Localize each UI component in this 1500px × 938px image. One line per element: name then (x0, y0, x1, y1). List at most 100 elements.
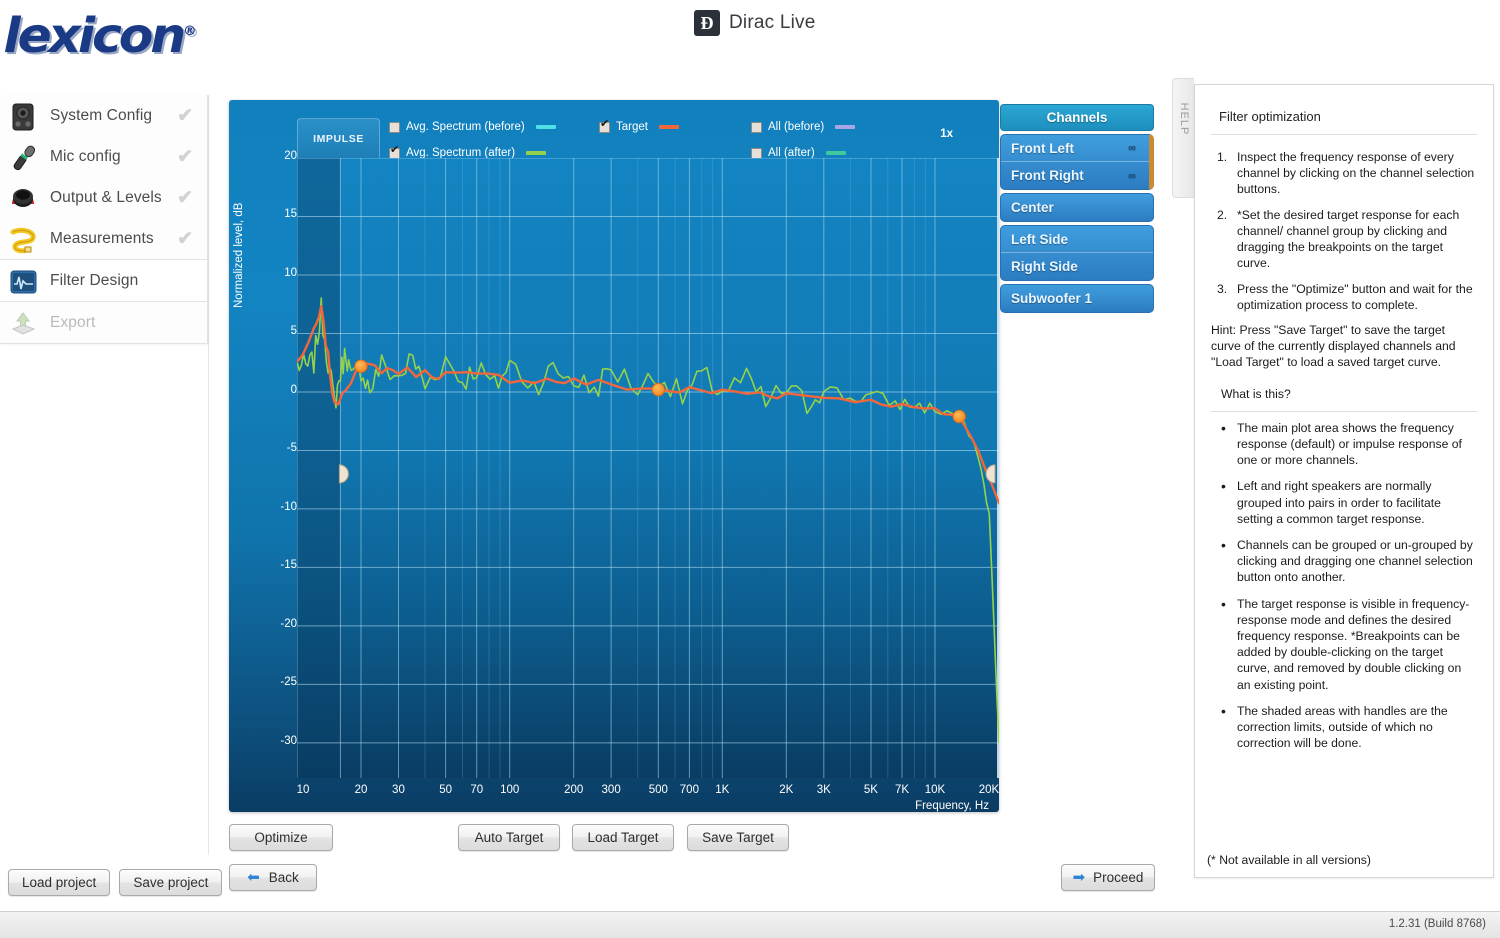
channel-button-front-left[interactable]: Front Left ∞ (1001, 135, 1149, 162)
dirac-live-window: lexicon® Ð Dirac Live System Config (0, 0, 1500, 938)
legend-item-avg-spectrum-before[interactable]: Avg. Spectrum (before) (389, 121, 599, 133)
check-icon: ✔ (177, 145, 193, 168)
check-icon: ✔ (177, 227, 193, 250)
dirac-logo-icon: Ð (694, 10, 720, 36)
proceed-button[interactable]: ➡ Proceed (1061, 864, 1155, 891)
impulse-tab-label: IMPULSE (313, 133, 364, 145)
impulse-tab[interactable]: IMPULSE (297, 118, 380, 158)
sidebar-item-mic-config[interactable]: Mic config ✔ (0, 136, 207, 177)
help-bullet: The target response is visible in freque… (1211, 596, 1477, 693)
channel-button-label: Front Left (1011, 141, 1074, 156)
x-axis-tick: 10 (297, 784, 310, 796)
y-axis-tick: -20 (257, 618, 297, 630)
channel-button-center[interactable]: Center (1001, 194, 1153, 221)
channel-groups: Front Left ∞ Front Right∞ Center Left Side Ri… (1000, 134, 1154, 313)
help-title: Filter optimization (1195, 85, 1493, 134)
app-header: lexicon® Ð Dirac Live (0, 0, 1500, 48)
project-buttons: Load project Save project (8, 869, 222, 896)
help-step: 2. *Set the desired target response for e… (1211, 207, 1477, 272)
sidebar-item-export[interactable]: Export (0, 302, 207, 343)
sidebar-group-export: Export (0, 302, 208, 344)
help-step-number: 3. (1217, 281, 1227, 297)
y-axis-tick: 0 (257, 384, 297, 396)
y-axis: 20151050-5-10-15-20-25-30 (243, 158, 297, 778)
channel-button-subwoofer-1[interactable]: Subwoofer 1 (1001, 285, 1153, 312)
sidebar-item-label: System Config (50, 107, 152, 125)
legend-color-swatch (826, 151, 846, 155)
export-icon (6, 308, 42, 338)
sidebar-item-label: Filter Design (50, 272, 138, 290)
sidebar-item-label: Measurements (50, 230, 154, 248)
frequency-response-plot[interactable] (297, 158, 999, 778)
legend-item-target[interactable]: Target (599, 121, 751, 133)
channel-button-label: Center (1011, 200, 1054, 215)
auto-target-button[interactable]: Auto Target (458, 824, 560, 851)
load-project-button[interactable]: Load project (8, 869, 110, 896)
sidebar-group-setup: System Config ✔ Mic config ✔ (0, 95, 208, 260)
channel-button-front-right[interactable]: Front Right∞ (1001, 162, 1149, 189)
help-panel: Filter optimization 1.Inspect the freque… (1194, 84, 1494, 878)
arrow-right-icon: ➡ (1073, 870, 1086, 885)
help-tab[interactable]: HELP (1172, 78, 1194, 198)
tape-measure-icon (6, 224, 42, 254)
help-what-is-this-link[interactable]: What is this? (1221, 387, 1477, 401)
channel-button-label: Right Side (1011, 259, 1078, 274)
save-project-button[interactable]: Save project (119, 869, 222, 896)
legend-label: All (before) (768, 121, 824, 133)
help-body: 1.Inspect the frequency response of ever… (1195, 135, 1493, 752)
plot-area[interactable] (297, 158, 999, 778)
help-divider-2 (1211, 411, 1477, 412)
link-chain-icon: ∞ (1128, 142, 1135, 154)
y-axis-tick: 10 (257, 267, 297, 279)
status-bar: 1.2.31 (Build 8768) (0, 911, 1500, 938)
target-breakpoint[interactable] (652, 383, 664, 395)
x-axis-tick: 100 (500, 784, 519, 796)
help-bullets-list: The main plot area shows the frequency r… (1211, 420, 1477, 752)
lexicon-logo: lexicon® (3, 8, 196, 64)
channel-button-right-side[interactable]: Right Side (1001, 253, 1153, 280)
x-axis-tick: 700 (680, 784, 699, 796)
legend-checkbox[interactable] (751, 148, 762, 159)
x-axis-tick: 3K (817, 784, 831, 796)
channel-button-label: Left Side (1011, 232, 1068, 247)
channel-group: Subwoofer 1 (1000, 284, 1154, 313)
channel-button-left-side[interactable]: Left Side (1001, 226, 1153, 253)
legend-checkbox[interactable] (389, 122, 400, 133)
legend-item-all-before[interactable]: All (before) (751, 121, 855, 133)
microphone-icon (6, 142, 42, 172)
target-breakpoint[interactable] (953, 410, 965, 422)
channel-group: Center (1000, 193, 1154, 222)
sidebar-item-measurements[interactable]: Measurements ✔ (0, 218, 207, 259)
registered-mark: ® (183, 24, 197, 39)
optimize-button[interactable]: Optimize (229, 824, 333, 851)
legend-color-swatch (536, 125, 556, 129)
sidebar-item-system-config[interactable]: System Config ✔ (0, 95, 207, 136)
x-axis-tick: 50 (439, 784, 452, 796)
y-axis-tick: -15 (257, 559, 297, 571)
legend-checkbox[interactable] (599, 122, 610, 133)
app-title: Ð Dirac Live (694, 10, 815, 36)
sidebar-item-output-levels[interactable]: Output & Levels ✔ (0, 177, 207, 218)
load-target-button[interactable]: Load Target (572, 824, 674, 851)
help-steps-list: 1.Inspect the frequency response of ever… (1211, 149, 1477, 313)
help-step-number: 2. (1217, 207, 1227, 223)
legend-row-1: Avg. Spectrum (before) Target All (befor… (389, 114, 999, 140)
back-button[interactable]: ⬅ Back (229, 864, 317, 891)
help-bullet: The main plot area shows the frequency r… (1211, 420, 1477, 469)
sidebar-item-label: Output & Levels (50, 189, 162, 207)
legend-checkbox[interactable] (389, 148, 400, 159)
x-axis-tick: 20 (355, 784, 368, 796)
x-axis-tick: 1K (715, 784, 729, 796)
x-axis-tick: 10K (925, 784, 945, 796)
legend-label: Target (616, 121, 648, 133)
sidebar-item-filter-design[interactable]: Filter Design (0, 260, 207, 301)
channel-group: Front Left ∞ Front Right∞ (1000, 134, 1154, 190)
legend-checkbox[interactable] (751, 122, 762, 133)
x-axis-tick: 500 (649, 784, 668, 796)
x-axis-tick: 5K (864, 784, 878, 796)
sidebar-item-label: Mic config (50, 148, 121, 166)
help-step-text: *Set the desired target response for eac… (1237, 208, 1459, 271)
save-target-button[interactable]: Save Target (687, 824, 789, 851)
target-breakpoint[interactable] (355, 360, 367, 372)
channel-button-label: Front Right (1011, 168, 1084, 183)
